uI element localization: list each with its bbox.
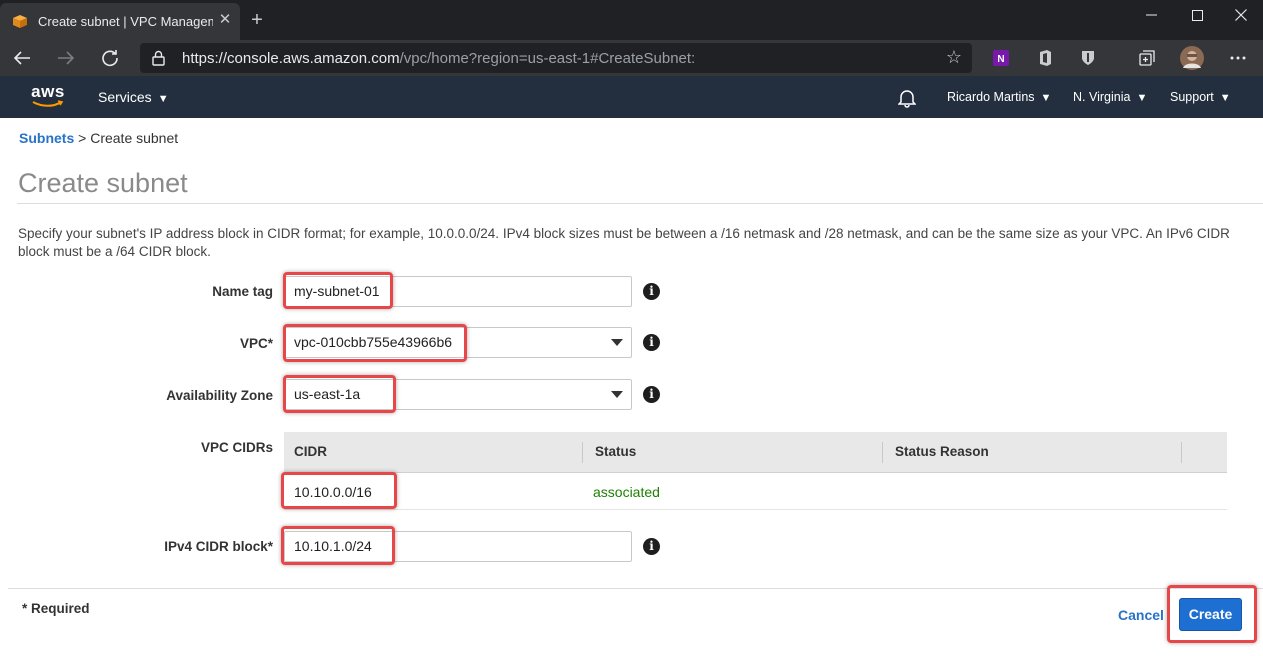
column-divider [582, 442, 583, 463]
ipv4-cidr-label: IPv4 CIDR block* [164, 539, 273, 554]
browser-tab[interactable]: Create subnet | VPC Management Console ✕ [0, 3, 240, 40]
maximize-icon[interactable] [1174, 0, 1220, 30]
vpc-info-icon[interactable]: i [643, 334, 660, 351]
tab-title: Create subnet | VPC Management Console [38, 14, 213, 29]
support-label: Support [1170, 90, 1214, 104]
vpc-highlight [283, 324, 467, 362]
breadcrumb-subnets-link[interactable]: Subnets [19, 130, 74, 146]
footer-divider [8, 588, 1263, 589]
services-label: Services [98, 89, 152, 105]
close-window-icon[interactable] [1218, 0, 1263, 30]
support-menu[interactable]: Support ▼ [1170, 90, 1231, 104]
cancel-button[interactable]: Cancel [1118, 607, 1164, 623]
refresh-icon[interactable] [99, 47, 121, 69]
office-icon[interactable] [1035, 48, 1055, 68]
name-tag-info-icon[interactable]: i [643, 283, 660, 300]
dropdown-arrow-icon [611, 391, 623, 398]
onenote-icon[interactable]: N [991, 48, 1011, 68]
status-cell: associated [593, 484, 660, 500]
vpc-cidrs-table: CIDR Status Status Reason 10.10.0.0/16 a… [284, 432, 1227, 510]
account-name: Ricardo Martins [947, 90, 1035, 104]
bitwarden-shield-icon[interactable] [1078, 48, 1098, 68]
aws-cube-icon [13, 15, 27, 28]
vpc-cidrs-label: VPC CIDRs [200, 440, 273, 455]
dropdown-arrow-icon [611, 339, 623, 346]
favorite-star-icon[interactable]: ☆ [946, 47, 962, 68]
name-tag-highlight [283, 272, 393, 309]
account-menu[interactable]: Ricardo Martins ▼ [947, 90, 1051, 104]
url-host: https://console.aws.amazon.com [182, 50, 400, 67]
column-header-cidr: CIDR [294, 444, 327, 459]
ipv4-cidr-info-icon[interactable]: i [643, 538, 660, 555]
table-row: 10.10.0.0/16 associated [284, 473, 1227, 510]
page-title: Create subnet [18, 168, 188, 198]
caret-down-icon: ▼ [1136, 92, 1148, 104]
column-header-status: Status [595, 444, 637, 459]
region-menu[interactable]: N. Virginia ▼ [1073, 90, 1147, 104]
collections-icon[interactable] [1137, 48, 1157, 68]
minimize-icon[interactable] [1128, 0, 1174, 30]
new-tab-icon[interactable]: + [246, 9, 268, 31]
tab-close-icon[interactable]: ✕ [216, 11, 234, 29]
create-highlight [1167, 585, 1257, 643]
column-divider [1181, 442, 1182, 463]
region-name: N. Virginia [1073, 90, 1131, 104]
availability-zone-label: Availability Zone [166, 388, 273, 403]
svg-text:N: N [997, 54, 1004, 65]
name-tag-label: Name tag [212, 284, 273, 299]
url-text: https://console.aws.amazon.com/vpc/home?… [182, 50, 695, 67]
column-divider [882, 442, 883, 463]
caret-down-icon: ▼ [1219, 92, 1231, 104]
bell-icon[interactable] [898, 88, 916, 108]
table-header: CIDR Status Status Reason [284, 432, 1227, 473]
breadcrumb: Subnets > Create subnet [19, 130, 178, 146]
breadcrumb-separator: > [78, 130, 87, 146]
url-path: /vpc/home?region=us-east-1#CreateSubnet: [399, 50, 696, 67]
forward-icon[interactable] [55, 47, 77, 69]
more-options-icon[interactable] [1228, 48, 1248, 68]
aws-smile-icon [32, 100, 64, 107]
breadcrumb-current: Create subnet [90, 130, 179, 146]
address-bar[interactable]: https://console.aws.amazon.com/vpc/home?… [140, 43, 972, 73]
availability-zone-highlight [283, 375, 396, 413]
back-icon[interactable] [11, 47, 33, 69]
browser-toolbar: https://console.aws.amazon.com/vpc/home?… [0, 40, 1263, 76]
column-header-status-reason: Status Reason [895, 444, 989, 459]
ipv4-cidr-highlight [281, 526, 395, 565]
vpc-label: VPC* [239, 336, 273, 351]
vpc-cidr-highlight [281, 472, 397, 509]
aws-nav-bar: aws Services ▼ Ricardo Martins ▼ N. Virgin… [0, 76, 1263, 118]
services-menu[interactable]: Services ▼ [98, 89, 169, 105]
aws-logo-text: aws [31, 82, 65, 101]
caret-down-icon: ▼ [1040, 92, 1052, 104]
caret-down-icon: ▼ [157, 93, 169, 105]
lock-icon [152, 50, 165, 66]
profile-avatar[interactable] [1180, 46, 1204, 70]
availability-zone-info-icon[interactable]: i [643, 386, 660, 403]
title-divider [17, 203, 1263, 204]
browser-tab-strip: Create subnet | VPC Management Console ✕… [0, 0, 1263, 40]
required-note: * Required [22, 601, 90, 616]
aws-logo[interactable]: aws [30, 82, 66, 110]
page-description: Specify your subnet's IP address block i… [18, 226, 1230, 259]
